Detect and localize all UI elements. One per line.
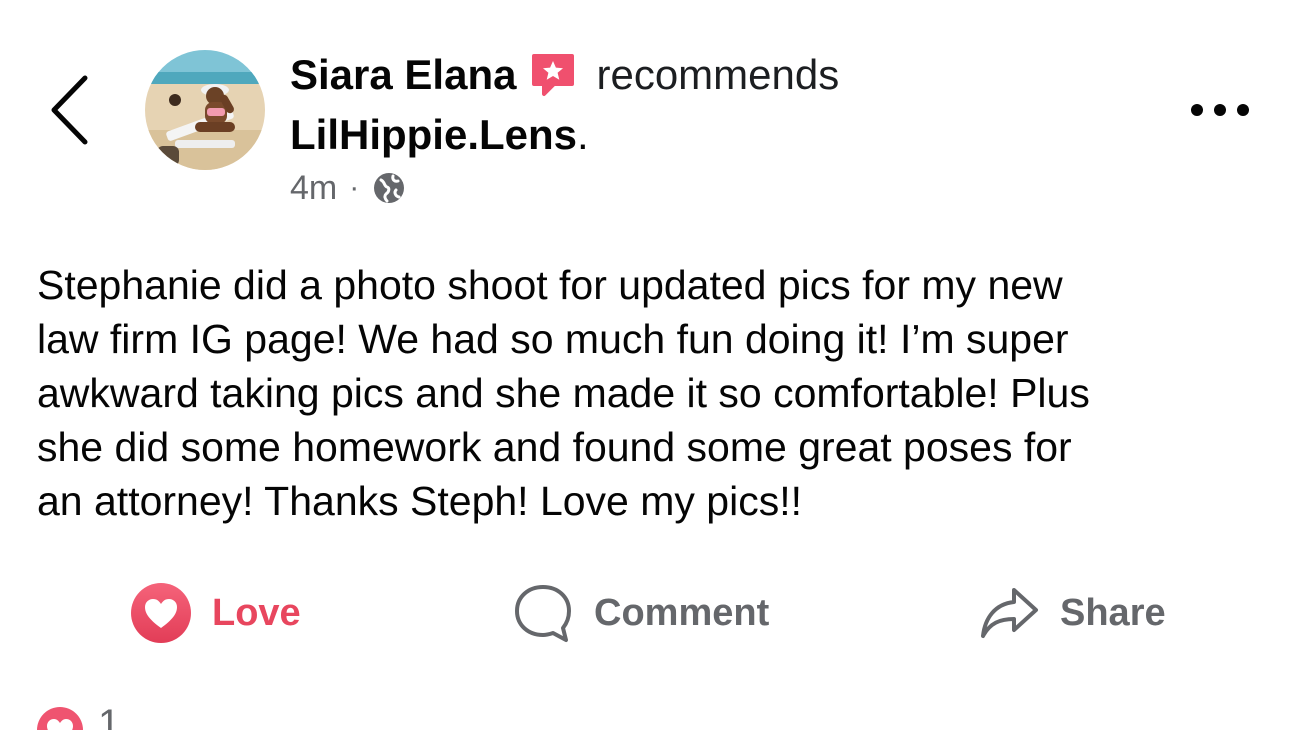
recommend-badge-icon: [528, 50, 578, 100]
comment-label: Comment: [594, 591, 770, 634]
more-dots-icon: [1191, 104, 1249, 116]
recommended-page-name[interactable]: LilHippie.Lens: [290, 111, 577, 158]
comment-bubble-icon: [515, 585, 571, 642]
love-button[interactable]: Love: [130, 578, 301, 648]
globe-icon[interactable]: [371, 170, 407, 206]
recommended-page-line: LilHippie.Lens.: [290, 110, 589, 160]
love-label: Love: [212, 591, 301, 634]
love-reaction-icon: [37, 707, 83, 730]
post-timestamp[interactable]: 4m: [290, 168, 337, 208]
author-name[interactable]: Siara Elana: [290, 50, 516, 100]
page-name-suffix: .: [577, 111, 589, 158]
post-header-line: Siara Elana recommends: [290, 50, 839, 100]
comment-button[interactable]: Comment: [512, 578, 769, 648]
post-screen: Siara Elana recommends LilHippie.Lens. 4…: [0, 0, 1290, 730]
meta-separator: ·: [349, 171, 360, 204]
more-options-button[interactable]: [1185, 90, 1255, 130]
chevron-left-icon: [51, 75, 88, 145]
share-label: Share: [1060, 591, 1166, 634]
recommends-text: recommends: [596, 51, 840, 98]
share-arrow-icon: [981, 588, 1038, 638]
share-button[interactable]: Share: [978, 578, 1166, 648]
post-meta: 4m ·: [290, 168, 407, 208]
avatar[interactable]: [145, 50, 265, 170]
reaction-count: 1: [98, 702, 121, 730]
post-text: Stephanie did a photo shoot for updated …: [37, 262, 1090, 524]
reaction-summary[interactable]: 1: [36, 702, 120, 730]
love-reaction-icon: [131, 583, 191, 643]
back-button[interactable]: [40, 70, 100, 150]
